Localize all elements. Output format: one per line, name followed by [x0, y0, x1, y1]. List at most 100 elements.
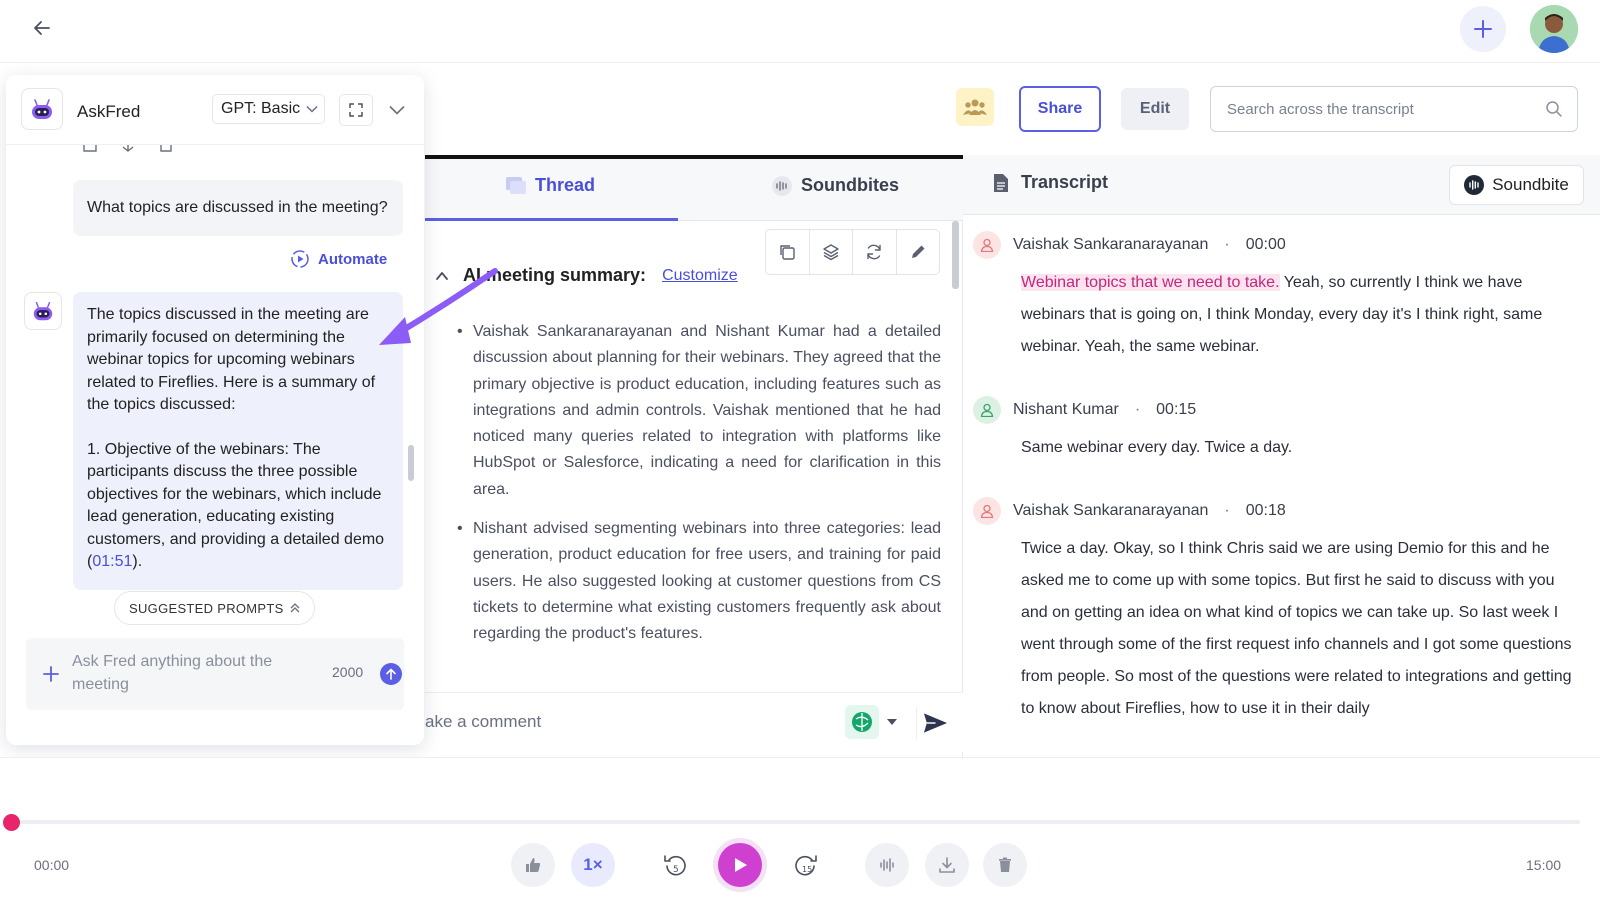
- grammarly-dropdown[interactable]: [885, 715, 899, 729]
- transcript-search-input[interactable]: [1227, 100, 1545, 118]
- comment-input[interactable]: [425, 707, 825, 737]
- summary-bullet: Nishant advised segmenting webinars into…: [457, 516, 941, 647]
- transcript-header: Transcript Soundbite: [963, 155, 1600, 215]
- speaker-icon: [973, 396, 1001, 424]
- document-icon: [994, 173, 1008, 192]
- transcript-search: [1210, 86, 1578, 132]
- play-icon: [735, 858, 747, 872]
- customize-link[interactable]: Customize: [662, 267, 738, 285]
- progress-track[interactable]: [12, 820, 1580, 824]
- transcript-title: Transcript: [993, 172, 1108, 193]
- total-time: 15:00: [1526, 857, 1562, 873]
- thumbs-up-button[interactable]: [511, 843, 555, 887]
- char-count: 2000: [332, 664, 364, 680]
- delete-button[interactable]: [983, 843, 1027, 887]
- turn-text: Webinar topics that we need to take. Yea…: [1021, 267, 1577, 363]
- summary-bullet: Vaishak Sankaranarayanan and Nishant Kum…: [457, 319, 941, 503]
- turn-header: Nishant Kumar · 00:15: [973, 396, 1196, 424]
- soundbite-create-button[interactable]: [865, 843, 909, 887]
- collapse-panel-button[interactable]: [384, 97, 410, 123]
- progress-knob[interactable]: [3, 814, 20, 831]
- speaker-name[interactable]: Nishant Kumar: [1013, 401, 1119, 419]
- send-comment-button[interactable]: [916, 707, 948, 739]
- caret-down-icon: [887, 719, 897, 725]
- ask-fred-input[interactable]: [72, 650, 302, 700]
- person-icon: [980, 238, 994, 252]
- layers-button[interactable]: [810, 230, 853, 274]
- turn-header: Vaishak Sankaranarayanan · 00:00: [973, 231, 1286, 259]
- thread-scrollbar[interactable]: [952, 221, 959, 289]
- forward-15-icon: 15: [795, 855, 817, 876]
- model-select[interactable]: GPT: Basic: [212, 94, 325, 124]
- model-select-value: GPT: Basic: [221, 100, 301, 117]
- ask-send-button[interactable]: [380, 663, 402, 685]
- copy-icon: [780, 245, 795, 260]
- thread-icon: [506, 176, 526, 194]
- highlighted-text[interactable]: Webinar topics that we need to take.: [1021, 274, 1280, 291]
- summary-list: Vaishak Sankaranarayanan and Nishant Kum…: [457, 319, 941, 661]
- speed-button[interactable]: 1×: [571, 843, 615, 887]
- askfred-title: AskFred: [77, 102, 141, 121]
- layers-icon: [823, 244, 839, 261]
- speaker-icon: [973, 231, 1001, 259]
- arrow-up-icon: [386, 668, 396, 680]
- turn-time[interactable]: 00:18: [1246, 502, 1286, 520]
- back-button[interactable]: [28, 14, 56, 42]
- askfred-logo: [21, 88, 63, 130]
- edit-button[interactable]: Edit: [1121, 88, 1189, 130]
- attach-button[interactable]: [40, 663, 62, 685]
- summary-actions: [765, 229, 940, 275]
- plus-icon: [1474, 20, 1492, 38]
- suggested-prompts-label: SUGGESTED PROMPTS: [129, 600, 284, 616]
- turn-header: Vaishak Sankaranarayanan · 00:18: [973, 497, 1286, 525]
- bot-message-item: 1. Objective of the webinars: The partic…: [87, 439, 389, 574]
- search-icon[interactable]: [1545, 100, 1563, 118]
- user-photo-icon: [1530, 5, 1578, 53]
- edit-summary-button[interactable]: [897, 230, 940, 274]
- rewind-5-icon: 5: [664, 855, 686, 876]
- turn-time[interactable]: 00:15: [1156, 401, 1196, 419]
- timestamp-link[interactable]: 01:51: [92, 553, 132, 570]
- soundbite-icon: [1464, 175, 1485, 195]
- transcript-title-label: Transcript: [1021, 172, 1109, 192]
- rewind-5-button[interactable]: 5: [653, 843, 697, 887]
- tab-soundbites[interactable]: Soundbites: [771, 175, 899, 196]
- tab-thread-label: Thread: [535, 175, 596, 195]
- thumbs-up-icon: [526, 858, 541, 872]
- fullscreen-button[interactable]: [339, 94, 373, 126]
- play-button[interactable]: [718, 843, 762, 887]
- askfred-panel: AskFred GPT: Basic What topics are discu…: [6, 75, 424, 745]
- team-icon: [963, 99, 987, 115]
- tab-thread[interactable]: Thread: [505, 175, 595, 196]
- grammarly-icon: [852, 712, 872, 732]
- speaker-name[interactable]: Vaishak Sankaranarayanan: [1013, 236, 1208, 254]
- automate-icon: [291, 250, 309, 268]
- thread-tabs: Thread Soundbites: [425, 159, 963, 221]
- active-tab-indicator: [425, 218, 678, 221]
- bot-avatar: [24, 292, 62, 330]
- share-button[interactable]: Share: [1019, 86, 1101, 132]
- add-button[interactable]: [1460, 6, 1506, 52]
- separator-dot: ·: [1224, 236, 1230, 253]
- waveform-icon: [880, 858, 894, 872]
- turn-time[interactable]: 00:00: [1246, 236, 1286, 254]
- soundbite-button[interactable]: Soundbite: [1449, 165, 1584, 205]
- download-icon: [939, 857, 955, 873]
- participants-button[interactable]: [956, 88, 994, 126]
- top-bar: [0, 0, 1600, 63]
- chevron-down-icon: [389, 105, 405, 115]
- automate-button[interactable]: Automate: [290, 249, 387, 269]
- send-icon: [923, 713, 948, 733]
- forward-15-button[interactable]: 15: [784, 843, 828, 887]
- speaker-name[interactable]: Vaishak Sankaranarayanan: [1013, 502, 1208, 520]
- person-icon: [980, 504, 994, 518]
- askfred-scrollbar[interactable]: [408, 445, 414, 481]
- svg-text:5: 5: [673, 865, 679, 875]
- bot-message-intro: The topics discussed in the meeting are …: [87, 306, 376, 413]
- suggested-prompts-button[interactable]: SUGGESTED PROMPTS: [114, 591, 315, 625]
- user-avatar[interactable]: [1530, 5, 1578, 53]
- copy-button[interactable]: [766, 230, 810, 274]
- regenerate-button[interactable]: [853, 230, 897, 274]
- grammarly-button[interactable]: [845, 705, 879, 739]
- download-button[interactable]: [925, 843, 969, 887]
